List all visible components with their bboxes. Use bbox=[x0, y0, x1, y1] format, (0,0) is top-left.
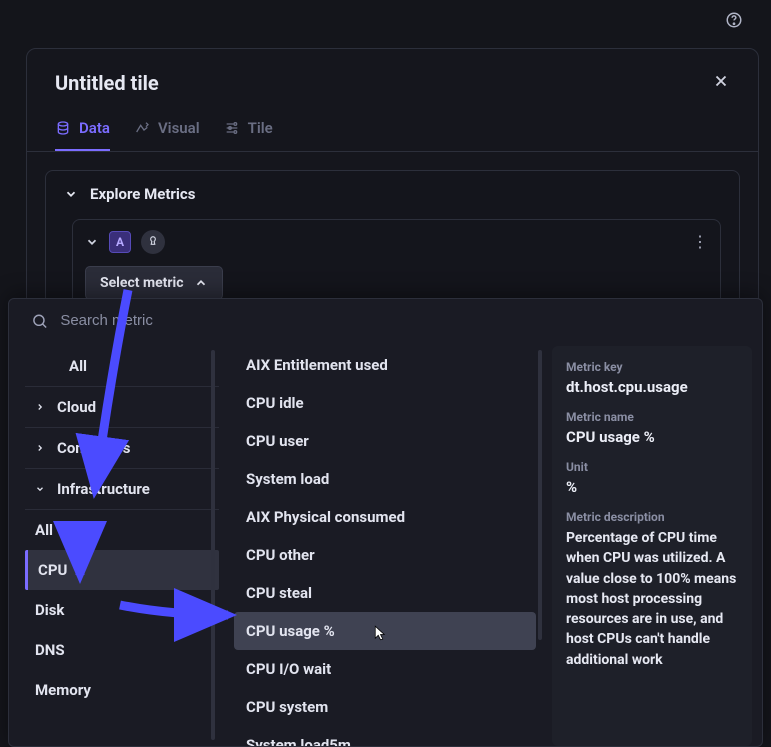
explore-title: Explore Metrics bbox=[90, 185, 195, 203]
metric-item[interactable]: CPU user bbox=[234, 422, 536, 460]
metric-key-label: Metric key bbox=[566, 360, 738, 374]
help-icon[interactable] bbox=[725, 11, 743, 33]
close-icon[interactable] bbox=[712, 72, 730, 94]
metric-item[interactable]: System load5m bbox=[234, 726, 536, 746]
subcategory-cpu[interactable]: CPU bbox=[25, 550, 219, 590]
metric-item-selected[interactable]: CPU usage % bbox=[234, 612, 536, 650]
metric-name-label: Metric name bbox=[566, 410, 738, 424]
category-infrastructure[interactable]: Infrastructure bbox=[25, 469, 219, 510]
metric-picker-popover: All Cloud Containers Infrastructure All … bbox=[8, 298, 763, 747]
subcategory-disk[interactable]: Disk bbox=[25, 590, 219, 630]
metric-desc-value: Percentage of CPU time when CPU was util… bbox=[566, 528, 738, 670]
chevron-down-icon bbox=[35, 484, 45, 494]
subcategory-all-label: All bbox=[35, 521, 53, 539]
tab-tile[interactable]: Tile bbox=[224, 109, 273, 151]
metric-item[interactable]: CPU idle bbox=[234, 384, 536, 422]
category-containers[interactable]: Containers bbox=[25, 428, 219, 469]
tab-visual[interactable]: Visual bbox=[134, 109, 200, 151]
metric-key-value: dt.host.cpu.usage bbox=[566, 378, 738, 396]
tab-data[interactable]: Data bbox=[55, 109, 110, 151]
metric-item[interactable]: System load bbox=[234, 460, 536, 498]
metric-unit-value: % bbox=[566, 478, 738, 496]
category-cloud[interactable]: Cloud bbox=[25, 387, 219, 428]
metric-desc-label: Metric description bbox=[566, 510, 738, 524]
subcategory-cpu-label: CPU bbox=[38, 561, 67, 579]
category-all-label: All bbox=[69, 357, 87, 375]
tab-data-label: Data bbox=[79, 119, 110, 137]
subcategory-memory[interactable]: Memory bbox=[25, 670, 219, 710]
query-badge: A bbox=[109, 231, 131, 253]
subcategory-dns-label: DNS bbox=[35, 641, 65, 659]
metric-detail-panel: Metric key dt.host.cpu.usage Metric name… bbox=[552, 346, 752, 746]
select-metric-button[interactable]: Select metric bbox=[85, 266, 223, 300]
subcategory-disk-label: Disk bbox=[35, 601, 64, 619]
search-input[interactable] bbox=[58, 311, 748, 330]
category-containers-label: Containers bbox=[57, 439, 130, 457]
chevron-down-icon[interactable] bbox=[85, 235, 99, 249]
metric-item[interactable]: CPU steal bbox=[234, 574, 536, 612]
subcategory-dns[interactable]: DNS bbox=[25, 630, 219, 670]
metric-item[interactable]: AIX Entitlement used bbox=[234, 346, 536, 384]
category-infrastructure-label: Infrastructure bbox=[57, 480, 150, 498]
chevron-right-icon bbox=[35, 402, 45, 412]
select-metric-label: Select metric bbox=[100, 275, 184, 291]
metric-item[interactable]: AIX Physical consumed bbox=[234, 498, 536, 536]
subcategory-memory-label: Memory bbox=[35, 681, 91, 699]
chevron-up-icon bbox=[194, 276, 208, 290]
tab-tile-label: Tile bbox=[248, 119, 273, 137]
tab-visual-label: Visual bbox=[158, 119, 200, 137]
metric-unit-label: Unit bbox=[566, 460, 738, 474]
metric-name-value: CPU usage % bbox=[566, 428, 738, 446]
search-icon bbox=[31, 312, 48, 330]
metric-column: AIX Entitlement used CPU idle CPU user S… bbox=[220, 346, 544, 746]
more-icon[interactable]: ⋮ bbox=[692, 234, 708, 250]
category-cloud-label: Cloud bbox=[57, 398, 96, 416]
panel-title: Untitled tile bbox=[55, 71, 159, 95]
category-column: All Cloud Containers Infrastructure All … bbox=[25, 346, 220, 746]
metric-item[interactable]: CPU I/O wait bbox=[234, 650, 536, 688]
subcategory-all[interactable]: All bbox=[25, 510, 219, 550]
chevron-right-icon bbox=[35, 443, 45, 453]
tab-bar: Data Visual Tile bbox=[27, 109, 758, 152]
query-type-icon[interactable] bbox=[141, 230, 165, 254]
metric-item[interactable]: CPU system bbox=[234, 688, 536, 726]
category-all[interactable]: All bbox=[25, 346, 219, 387]
metric-item[interactable]: CPU other bbox=[234, 536, 536, 574]
chevron-down-icon[interactable] bbox=[64, 187, 78, 201]
